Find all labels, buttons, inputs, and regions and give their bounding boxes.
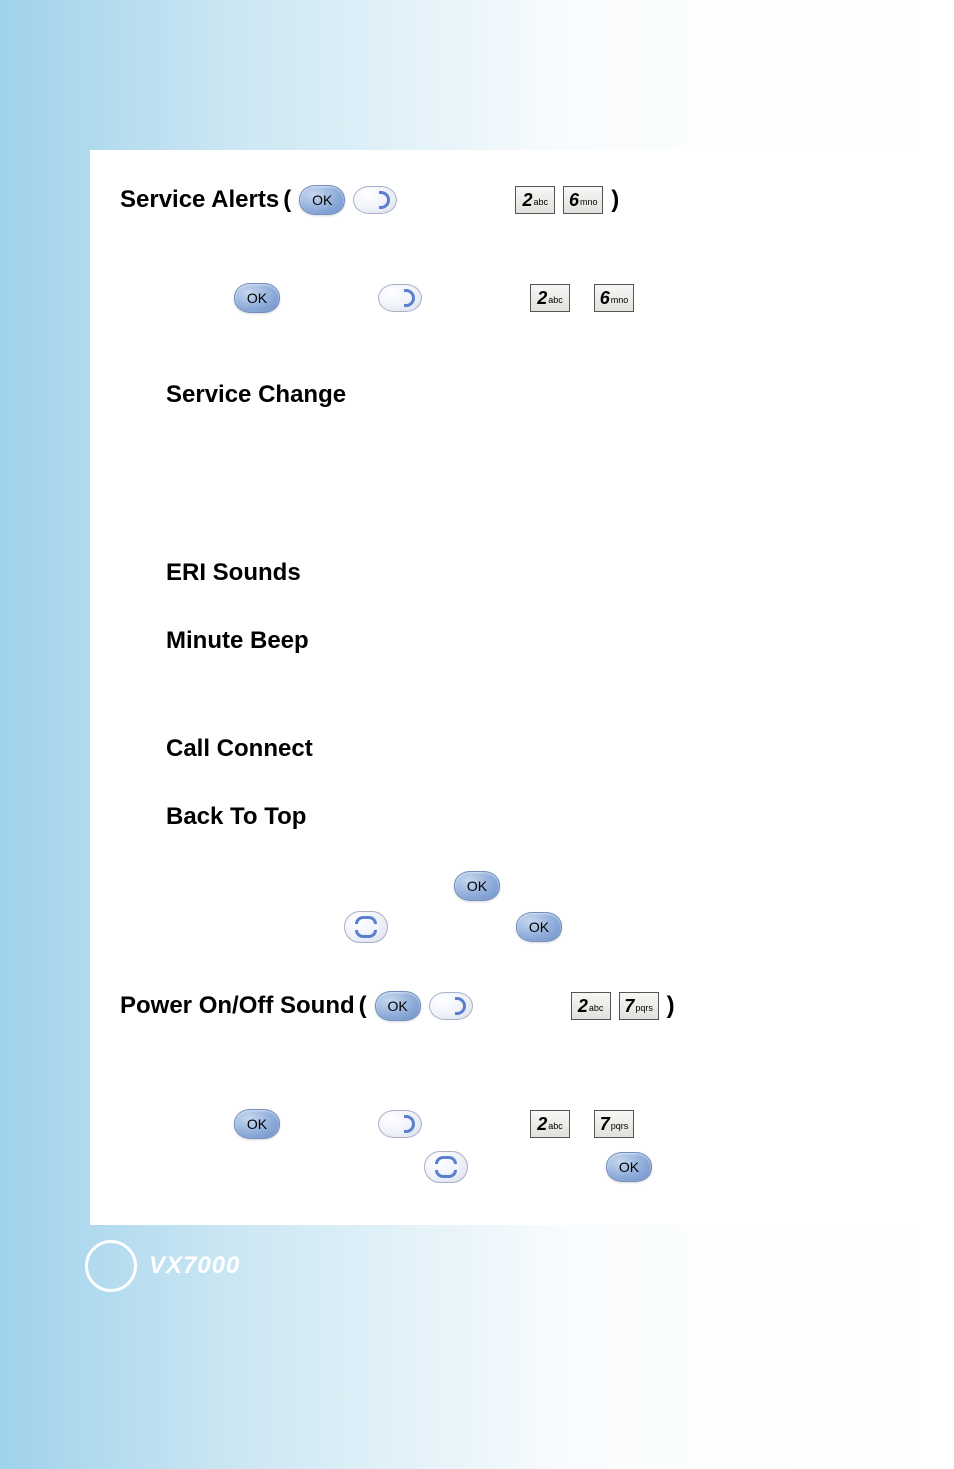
up-down-nav-icon xyxy=(424,1151,468,1183)
ok-button-icon: OK xyxy=(375,991,421,1021)
back-to-top-heading: Back To Top xyxy=(166,803,880,831)
ok-button-icon: OK xyxy=(454,871,500,901)
ok-button-icon: OK xyxy=(234,283,280,313)
right-nav-icon xyxy=(429,992,473,1020)
page-background: Service Alerts ( OK 2abc 6mno ) OK 2abc xyxy=(0,0,954,1469)
content-area: Service Alerts ( OK 2abc 6mno ) OK 2abc xyxy=(120,185,880,1191)
ok-button-icon: OK xyxy=(516,912,562,942)
power-onoff-key-row1: OK 2abc 7pqrs xyxy=(210,1109,880,1139)
key-6mno-icon: 6mno xyxy=(594,284,634,312)
right-nav-icon xyxy=(378,284,422,312)
ok-button-icon: OK xyxy=(606,1152,652,1182)
service-alerts-key-row: OK 2abc 6mno xyxy=(210,283,880,313)
service-alerts-title: Service Alerts xyxy=(120,186,279,214)
right-nav-icon xyxy=(353,186,397,214)
key-2abc-icon: 2abc xyxy=(530,1110,570,1138)
service-change-heading: Service Change xyxy=(166,381,880,409)
footer-model-text: VX7000 xyxy=(149,1252,240,1280)
power-onoff-key-row2: OK xyxy=(420,1151,880,1183)
key-2abc-icon: 2abc xyxy=(571,992,611,1020)
power-onoff-title: Power On/Off Sound xyxy=(120,992,355,1020)
close-paren: ) xyxy=(667,992,675,1020)
back-to-top-ok-row2: OK xyxy=(340,911,880,943)
key-2abc-icon: 2abc xyxy=(515,186,555,214)
footer-brand: VX7000 xyxy=(85,1240,240,1292)
close-paren: ) xyxy=(611,186,619,214)
open-paren: ( xyxy=(283,186,291,214)
back-to-top-ok-row1: OK xyxy=(450,871,880,901)
right-nav-icon xyxy=(378,1110,422,1138)
ok-button-icon: OK xyxy=(234,1109,280,1139)
power-onoff-heading-line: Power On/Off Sound ( OK 2abc 7pqrs ) xyxy=(120,991,880,1021)
ok-button-icon: OK xyxy=(299,185,345,215)
call-connect-heading: Call Connect xyxy=(166,735,880,763)
service-alerts-heading-line: Service Alerts ( OK 2abc 6mno ) xyxy=(120,185,880,215)
key-6mno-icon: 6mno xyxy=(563,186,603,214)
key-7pqrs-icon: 7pqrs xyxy=(594,1110,634,1138)
footer-circle-icon xyxy=(85,1240,137,1292)
open-paren: ( xyxy=(359,992,367,1020)
key-2abc-icon: 2abc xyxy=(530,284,570,312)
minute-beep-heading: Minute Beep xyxy=(166,627,880,655)
eri-sounds-heading: ERI Sounds xyxy=(166,559,880,587)
key-7pqrs-icon: 7pqrs xyxy=(619,992,659,1020)
up-down-nav-icon xyxy=(344,911,388,943)
